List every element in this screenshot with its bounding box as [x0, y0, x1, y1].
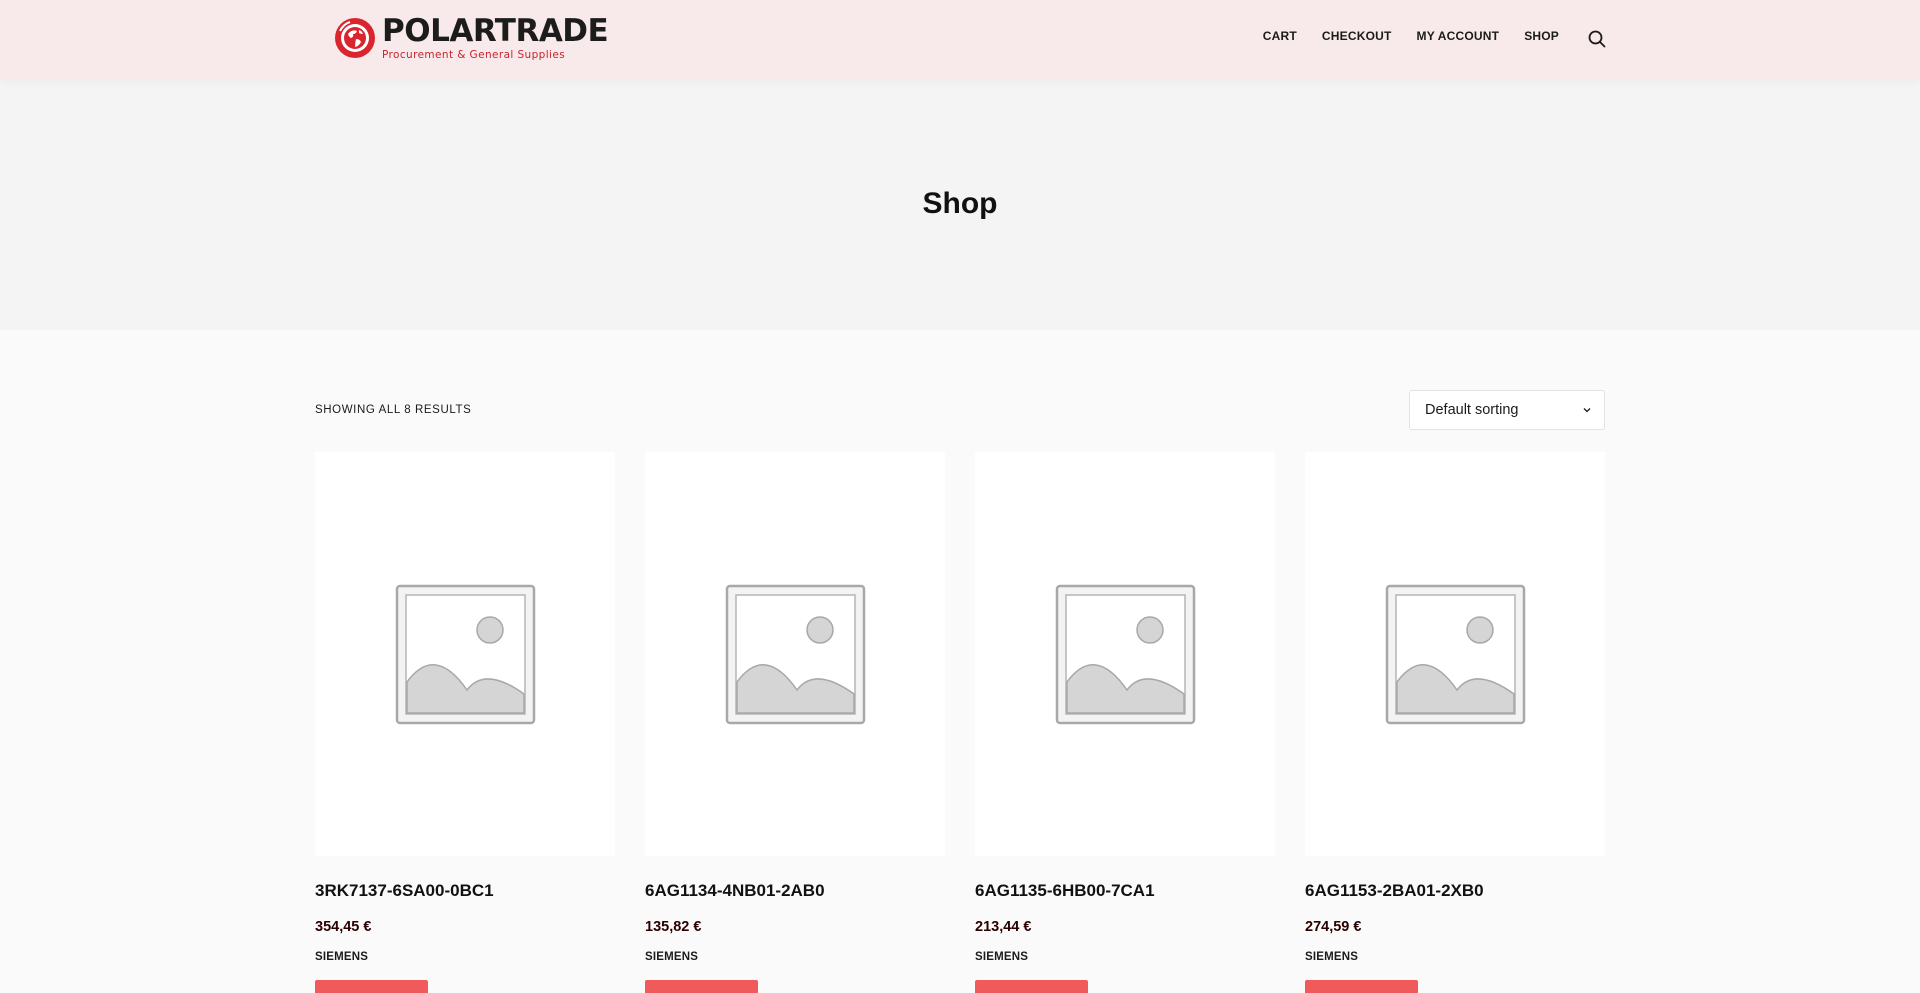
- image-placeholder-icon: [725, 584, 865, 724]
- product-brand-link[interactable]: SIEMENS: [315, 951, 368, 963]
- search-icon[interactable]: [1588, 30, 1606, 48]
- site-header: POLARTRADE Procurement & General Supplie…: [0, 0, 1920, 80]
- product-price: 135,82 €: [645, 919, 702, 935]
- logo-tagline: Procurement & General Supplies: [382, 48, 566, 61]
- product-image[interactable]: [975, 452, 1275, 856]
- page-title: Shop: [922, 187, 998, 220]
- product-title[interactable]: 3RK7137-6SA00-0BC1: [315, 881, 494, 901]
- product-grid: 3RK7137-6SA00-0BC1 354,45 € SIEMENS 6AG1…: [315, 452, 1605, 993]
- product-title[interactable]: 6AG1134-4NB01-2AB0: [645, 881, 825, 901]
- product-price: 274,59 €: [1305, 919, 1362, 935]
- image-placeholder-icon: [1385, 584, 1525, 724]
- sorting-select[interactable]: Default sorting: [1409, 390, 1605, 430]
- nav-my-account[interactable]: MY ACCOUNT: [1417, 29, 1500, 43]
- product-card: 6AG1135-6HB00-7CA1 213,44 € SIEMENS: [975, 452, 1275, 993]
- product-card: 3RK7137-6SA00-0BC1 354,45 € SIEMENS: [315, 452, 615, 993]
- product-title[interactable]: 6AG1153-2BA01-2XB0: [1305, 881, 1484, 901]
- product-image[interactable]: [1305, 452, 1605, 856]
- product-price: 213,44 €: [975, 919, 1032, 935]
- add-to-cart-button[interactable]: [1305, 980, 1418, 993]
- add-to-cart-button[interactable]: [975, 980, 1088, 993]
- product-card: 6AG1153-2BA01-2XB0 274,59 € SIEMENS: [1305, 452, 1605, 993]
- site-logo[interactable]: POLARTRADE Procurement & General Supplie…: [334, 12, 609, 61]
- sorting-selected-value: Default sorting: [1425, 402, 1519, 418]
- product-brand-link[interactable]: SIEMENS: [1305, 951, 1358, 963]
- logo-name: POLARTRADE: [382, 12, 609, 49]
- product-card: 6AG1134-4NB01-2AB0 135,82 € SIEMENS: [645, 452, 945, 993]
- product-price: 354,45 €: [315, 919, 372, 935]
- product-image[interactable]: [645, 452, 945, 856]
- main-nav: CART CHECKOUT MY ACCOUNT SHOP: [1263, 29, 1559, 43]
- product-title[interactable]: 6AG1135-6HB00-7CA1: [975, 881, 1155, 901]
- product-brand-link[interactable]: SIEMENS: [645, 951, 698, 963]
- image-placeholder-icon: [1055, 584, 1195, 724]
- nav-checkout[interactable]: CHECKOUT: [1322, 29, 1392, 43]
- chevron-down-icon: [1583, 408, 1591, 413]
- image-placeholder-icon: [395, 584, 535, 724]
- product-image[interactable]: [315, 452, 615, 856]
- results-count: SHOWING ALL 8 RESULTS: [315, 404, 472, 416]
- product-brand-link[interactable]: SIEMENS: [975, 951, 1028, 963]
- add-to-cart-button[interactable]: [315, 980, 428, 993]
- nav-shop[interactable]: SHOP: [1524, 29, 1559, 43]
- globe-logo-icon: [335, 18, 375, 58]
- page-hero: Shop: [0, 80, 1920, 330]
- nav-cart[interactable]: CART: [1263, 29, 1297, 43]
- add-to-cart-button[interactable]: [645, 980, 758, 993]
